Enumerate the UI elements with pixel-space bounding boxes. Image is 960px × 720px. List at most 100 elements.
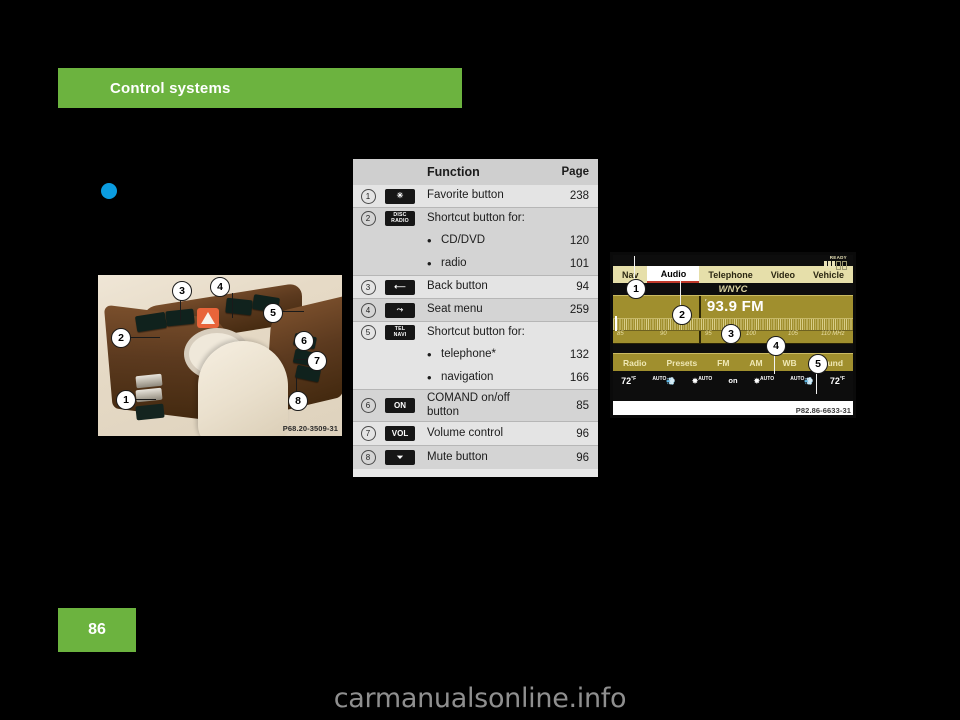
row-page: 120 — [569, 234, 589, 247]
console-seat-button — [225, 297, 253, 316]
disc-radio-icon: DISC RADIO — [383, 211, 427, 226]
page-number: 86 — [88, 621, 106, 638]
row-page: 96 — [576, 451, 589, 464]
console-favorite-button — [135, 403, 165, 421]
section-header: Control systems — [58, 68, 462, 108]
tel-navi-icon: TEL NAVI — [383, 325, 427, 340]
row-number: 3 — [353, 276, 383, 298]
leader-line-3 — [180, 299, 182, 321]
row-page: 85 — [576, 399, 589, 412]
page-title: Control systems — [110, 79, 231, 97]
table-row: 2 DISC RADIO Shortcut button for: — [353, 207, 598, 229]
row-number: 4 — [353, 299, 383, 321]
page-number-footer: 86 — [58, 608, 136, 652]
photo-callout-1: 1 — [116, 390, 136, 410]
row-page: 132 — [569, 348, 589, 361]
list-item: radio 101 — [353, 252, 598, 275]
comand-display-illustration: READY Nav Audio Telephone Video Vehicle … — [610, 252, 856, 418]
header-number-col — [353, 159, 383, 185]
menu-am[interactable]: AM — [739, 358, 772, 368]
auto-vent-left-icon: AUTO💨 — [652, 375, 676, 386]
row-number: 2 — [353, 208, 383, 229]
comand-callout-5: 5 — [808, 354, 828, 374]
frequency-value: ′93.9 FM — [705, 298, 764, 315]
row-label: Shortcut button for: — [427, 211, 525, 224]
scale-label-85: 85 — [617, 331, 624, 337]
armrest — [198, 341, 288, 436]
row-page: 166 — [569, 371, 589, 384]
row-label: Mute button — [427, 450, 488, 463]
row-label: Seat menu — [427, 303, 483, 316]
signal-bar-4 — [836, 260, 841, 270]
sub-label: CD/DVD — [427, 233, 545, 248]
table-row: 3 ⟵ Back button 94 — [353, 275, 598, 298]
tab-telephone[interactable]: Telephone — [699, 266, 761, 283]
comand-callout-1: 1 — [626, 279, 646, 299]
volume-control-icon: VOL — [383, 426, 427, 441]
list-item: CD/DVD 120 — [353, 229, 598, 252]
signal-bars — [824, 260, 847, 270]
comand-callout-2: 2 — [672, 305, 692, 325]
comand-leader-5 — [816, 372, 818, 394]
scale-label-105: 105 — [788, 331, 799, 337]
photo-callout-7: 7 — [307, 351, 327, 371]
photo-callout-4: 4 — [210, 277, 230, 297]
tab-audio[interactable]: Audio — [647, 266, 700, 283]
signal-bar-2 — [828, 260, 831, 268]
menu-wb[interactable]: WB — [773, 358, 807, 368]
table-header-row: Function Page — [353, 159, 598, 185]
sub-label: telephone* — [427, 347, 545, 362]
comand-reference-code: P82.86-6633-31 — [795, 406, 851, 415]
tab-video[interactable]: Video — [762, 266, 804, 283]
hazard-warning-button — [197, 308, 219, 328]
scale-label-95: 95 — [705, 331, 712, 337]
table-row: 4 ⤳ Seat menu 259 — [353, 298, 598, 321]
photo-callout-3: 3 — [172, 281, 192, 301]
menu-presets[interactable]: Presets — [657, 358, 708, 368]
photo-callout-2: 2 — [111, 328, 131, 348]
row-label: Volume control — [427, 426, 504, 439]
menu-radio[interactable]: Radio — [613, 358, 657, 368]
scale-label-100: 100 — [746, 331, 757, 337]
photo-callout-6: 6 — [294, 331, 314, 351]
table-row: 1 ✳ Favorite button 238 — [353, 185, 598, 207]
menu-fm[interactable]: FM — [707, 358, 739, 368]
photo-reference-code: P68.20-3509-31 — [282, 424, 338, 433]
row-number: 1 — [353, 185, 383, 207]
row-page: 94 — [576, 281, 589, 293]
row-number: 6 — [353, 390, 383, 421]
scale-label-90: 90 — [660, 331, 667, 337]
leader-line-4 — [232, 293, 234, 318]
leader-line-2 — [130, 337, 160, 339]
photo-callout-5: 5 — [263, 303, 283, 323]
comand-leader-2 — [680, 280, 682, 308]
row-page: 238 — [569, 190, 589, 202]
comand-callout-4: 4 — [766, 336, 786, 356]
power-on-icon: ON — [383, 398, 427, 413]
row-label: Back button — [427, 280, 488, 293]
temp-left: 72°F — [621, 375, 637, 386]
sub-label: radio — [427, 256, 545, 271]
list-item: navigation 166 — [353, 366, 598, 389]
table-row: 8 ⏷ Mute button 96 — [353, 445, 598, 469]
table-row: 7 VOL Volume control 96 — [353, 421, 598, 445]
comand-callout-3: 3 — [721, 324, 741, 344]
comand-tab-bar: Nav Audio Telephone Video Vehicle — [613, 266, 853, 283]
scale-label-110: 110 MHz — [821, 331, 845, 337]
photo-callout-8: 8 — [288, 391, 308, 411]
row-number: 8 — [353, 446, 383, 469]
watermark: carmanualsonline.info — [333, 683, 627, 714]
table-row: 6 ON COMAND on/off button 85 — [353, 389, 598, 421]
sub-label: navigation — [427, 370, 545, 385]
blue-bullet-marker — [101, 183, 117, 199]
center-console-photo: 1 2 3 4 5 6 7 8 P68.20-3509-31 — [98, 275, 342, 436]
row-page: 259 — [569, 304, 589, 316]
seat-menu-icon: ⤳ — [383, 302, 427, 318]
station-name: WNYC — [718, 284, 748, 295]
row-label: Favorite button — [427, 189, 504, 202]
auto-fan-left-icon: ✸AUTO — [691, 375, 713, 386]
row-page: 96 — [576, 427, 589, 440]
row-label: COMAND on/off button — [427, 391, 510, 418]
signal-bar-1 — [824, 260, 827, 268]
header-page: Page — [561, 166, 590, 178]
